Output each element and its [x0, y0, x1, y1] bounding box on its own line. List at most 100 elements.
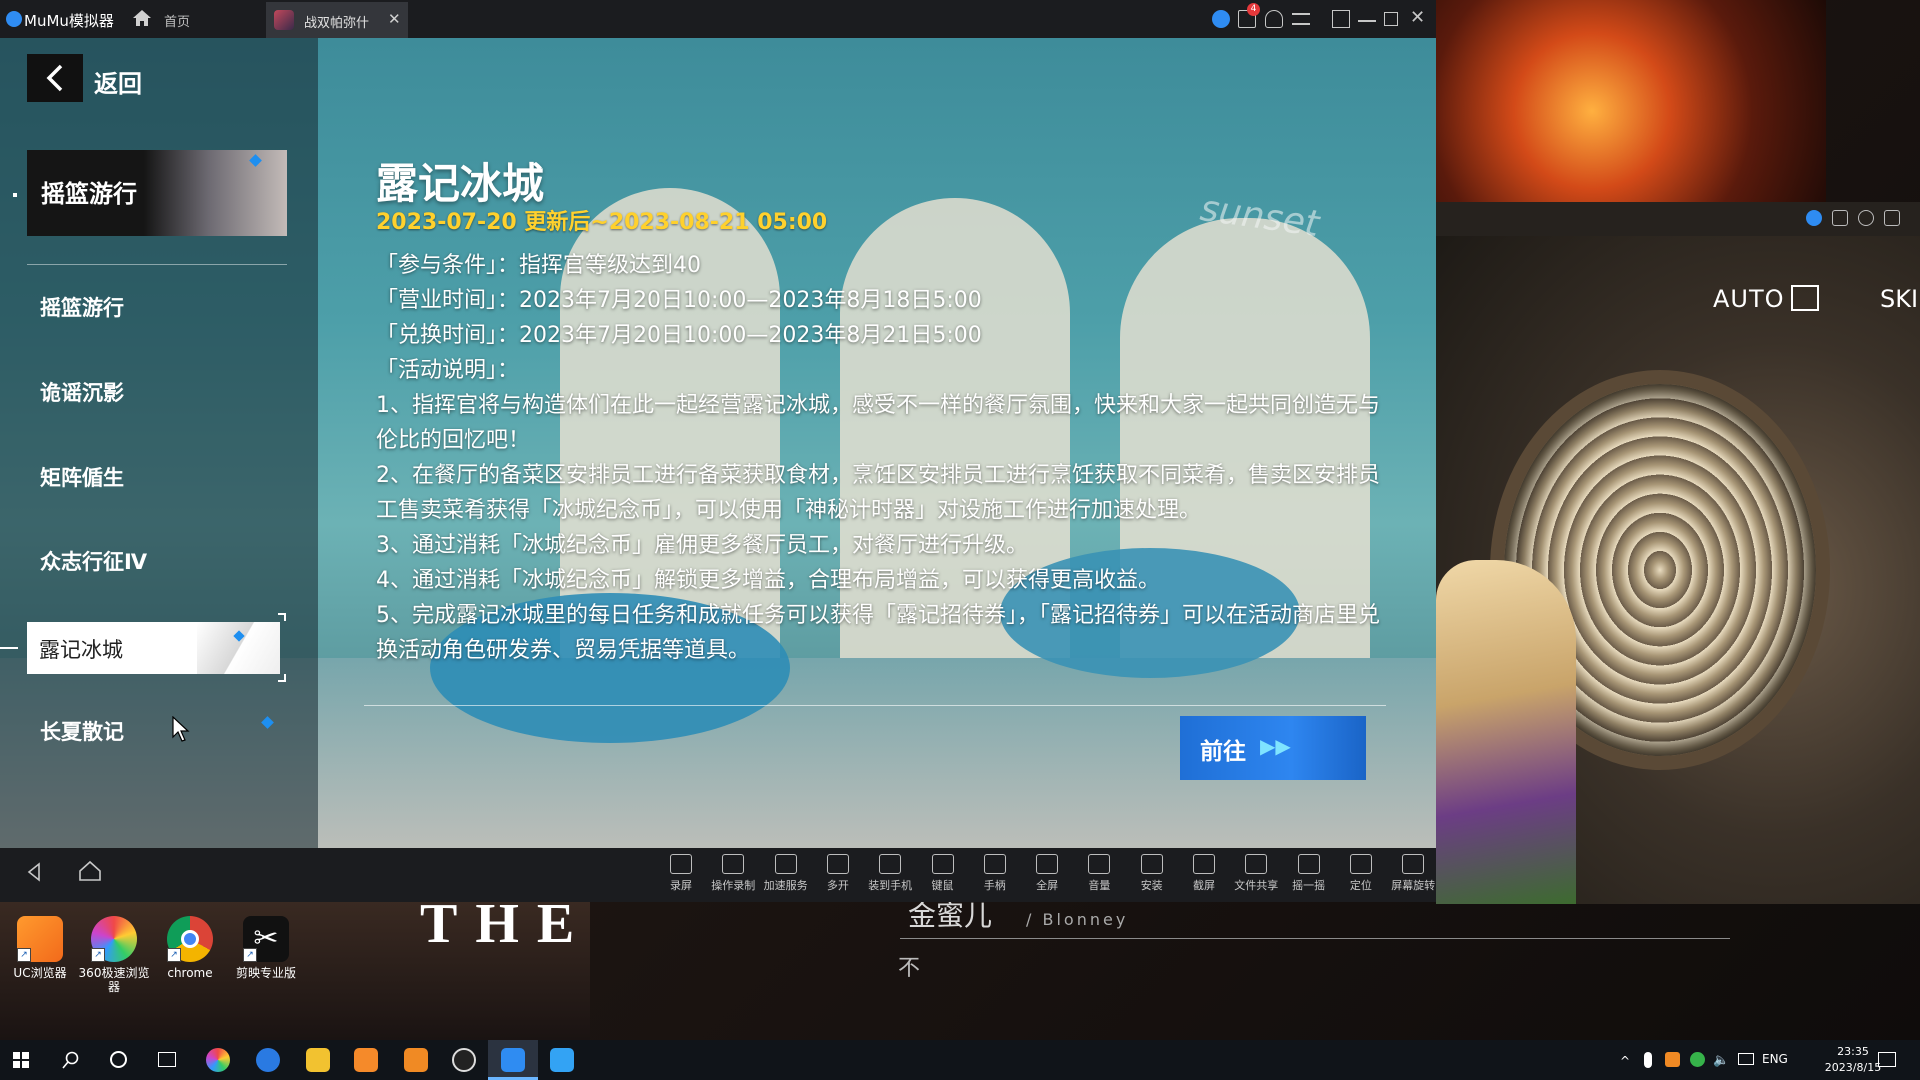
close-window-icon[interactable]: ✕ [1410, 9, 1428, 28]
back-button[interactable] [27, 54, 83, 102]
toolbar-keyboard-button[interactable]: 键鼠 [918, 854, 968, 893]
toolbar-apk-button[interactable]: 安装 [1127, 854, 1177, 893]
toolbar-boost-button[interactable]: 加速服务 [761, 854, 811, 893]
toolbar-location-button[interactable]: 定位 [1336, 854, 1386, 893]
mail-icon[interactable] [1832, 210, 1848, 226]
toolbar-label: 手柄 [983, 879, 1006, 892]
event-title: 露记冰城 [376, 159, 545, 208]
toolbar-label: 摇一摇 [1292, 879, 1326, 892]
chrome-icon: ↗ [167, 916, 213, 962]
toolbar-record-button[interactable]: 录屏 [656, 854, 706, 893]
event-line: 2、在餐厅的备菜区安排员工进行备菜获取食材，烹饪区安排员工进行烹饪获取不同菜肴，… [376, 463, 1381, 523]
android-back-icon[interactable] [26, 862, 42, 882]
taskbar-file-explorer-icon[interactable] [306, 1048, 330, 1072]
volume-icon [1088, 854, 1111, 874]
toolbar-label: 音量 [1088, 879, 1111, 892]
new-indicator-icon [261, 716, 274, 729]
home-icon[interactable] [132, 9, 152, 27]
task-view-icon[interactable] [158, 1052, 176, 1067]
microphone-icon[interactable] [1644, 1052, 1652, 1068]
desktop-icon-label: UC浏览器 [13, 966, 67, 980]
tab-game[interactable]: 战双帕弥什 ✕ [266, 2, 408, 38]
auto-button[interactable]: AUTO [1713, 285, 1819, 313]
sidebar-item-guiyao[interactable]: 诡谣沉影 [40, 377, 124, 407]
event-line: 「参与条件」：指挥官等级达到40 [376, 253, 701, 278]
dialogue-speaker-name-en: / Blonney [1026, 910, 1129, 929]
tab-home[interactable]: 首页 [164, 11, 190, 30]
taskbar-uc-browser-icon[interactable] [354, 1048, 378, 1072]
toolbar-screenshot-button[interactable]: 截屏 [1179, 854, 1229, 893]
sidebar-item-juzhen[interactable]: 矩阵偱生 [40, 462, 124, 492]
network-icon[interactable] [1738, 1053, 1754, 1065]
event-description: 「参与条件」：指挥官等级达到40 「营业时间」：2023年7月20日10:00—… [376, 248, 1386, 668]
user-icon[interactable] [1858, 210, 1874, 226]
user-icon[interactable] [1265, 10, 1283, 28]
pin-window-icon[interactable] [1332, 10, 1350, 28]
minimize-icon[interactable] [1358, 10, 1376, 22]
auto-play-icon [1790, 285, 1819, 311]
toolbar-fullscreen-button[interactable]: 全屏 [1022, 854, 1072, 893]
event-line: 「活动说明」： [376, 358, 520, 383]
assistant-icon[interactable] [1212, 10, 1230, 28]
sidebar-item-changxia[interactable]: 长夏散记 [40, 716, 124, 746]
close-tab-icon[interactable]: ✕ [388, 10, 401, 28]
taskbar-360-browser-icon[interactable] [206, 1048, 230, 1072]
multi-instance-icon [826, 854, 849, 874]
back-label[interactable]: 返回 [94, 64, 142, 99]
toolbar-label: 录屏 [670, 879, 692, 892]
desktop-icon-capcut[interactable]: ✂ ↗ 剪映专业版 [226, 916, 306, 980]
character-art [1436, 560, 1576, 904]
android-home-icon[interactable] [78, 860, 102, 882]
desktop-icon-chrome[interactable]: ↗ chrome [150, 916, 230, 980]
goto-button[interactable]: 前往 ▶▶ [1180, 716, 1366, 780]
banner-title: 摇篮游行 [41, 180, 137, 208]
toolbar-label: 截屏 [1193, 879, 1215, 892]
event-sidebar: 返回 摇篮游行 摇篮游行 诡谣沉影 矩阵偱生 众志行征Ⅳ 露记冰城 长夏散记 [0, 38, 318, 848]
toolbar-multi-instance-button[interactable]: 多开 [813, 854, 863, 893]
skip-button[interactable]: SKI [1880, 285, 1918, 313]
dialogue-divider [900, 938, 1730, 939]
sidebar-item-label: 露记冰城 [39, 638, 123, 662]
volume-icon[interactable]: 🔈 [1713, 1053, 1729, 1068]
event-banner[interactable]: 摇篮游行 [27, 150, 287, 236]
taskbar-mumu-active[interactable] [488, 1040, 538, 1080]
sidebar-item-zhongzhi[interactable]: 众志行征Ⅳ [40, 546, 147, 576]
taskbar-mumu-multi-icon[interactable] [550, 1048, 574, 1072]
tray-expand-icon[interactable]: ^ [1620, 1054, 1630, 1068]
taskbar-app-icon[interactable] [404, 1048, 428, 1072]
desktop-icon-360-browser[interactable]: ↗ 360极速浏览器 [74, 916, 154, 994]
sidebar-item-luji-active[interactable]: 露记冰城 [27, 622, 280, 674]
secondary-game-window [1436, 202, 1920, 904]
toolbar-folder-button[interactable]: 文件共享 [1231, 854, 1281, 893]
assistant-icon[interactable] [1806, 210, 1822, 226]
toolbar-gamepad-button[interactable]: 手柄 [970, 854, 1020, 893]
menu-icon[interactable] [1292, 13, 1310, 25]
install-phone-icon [879, 854, 902, 874]
tray-security-icon[interactable] [1690, 1052, 1705, 1067]
sidebar-item-yaolan[interactable]: 摇篮游行 [40, 292, 124, 322]
mumu-logo-icon [6, 11, 22, 27]
taskbar-kugou-icon[interactable] [256, 1048, 280, 1072]
toolbar-macro-button[interactable]: 操作录制 [708, 854, 758, 893]
taskbar-steam-icon[interactable] [452, 1048, 476, 1072]
toolbar-install-phone-button[interactable]: 装到手机 [865, 854, 915, 893]
event-line: 3、通过消耗「冰城纪念币」雇佣更多餐厅员工，对餐厅进行升级。 [376, 533, 1028, 558]
mumu-emulator-window: MuMu模拟器 首页 战双帕弥什 ✕ 4 ✕ sunset 返回 摇篮游行 摇篮… [0, 0, 1436, 902]
tray-app-icon[interactable] [1665, 1052, 1680, 1067]
windows-start-icon[interactable] [13, 1052, 29, 1068]
toolbar-label: 加速服务 [763, 879, 808, 892]
360-browser-icon: ↗ [91, 916, 137, 962]
maximize-icon[interactable] [1384, 12, 1398, 26]
toolbar-volume-button[interactable]: 音量 [1074, 854, 1124, 893]
search-icon[interactable] [62, 1051, 80, 1069]
desktop-icon-uc-browser[interactable]: ↗ UC浏览器 [0, 916, 80, 980]
menu-icon[interactable] [1884, 210, 1900, 226]
toolbar-shake-button[interactable]: 摇一摇 [1284, 854, 1334, 893]
input-language[interactable]: ENG [1762, 1052, 1788, 1066]
cortana-icon[interactable] [110, 1051, 127, 1068]
toolbar-rotate-button[interactable]: 屏幕旋转 [1388, 854, 1438, 893]
gamepad-icon [983, 854, 1006, 874]
active-corner [278, 613, 286, 621]
notification-center-icon[interactable] [1878, 1052, 1896, 1067]
mail-icon[interactable]: 4 [1238, 3, 1260, 28]
